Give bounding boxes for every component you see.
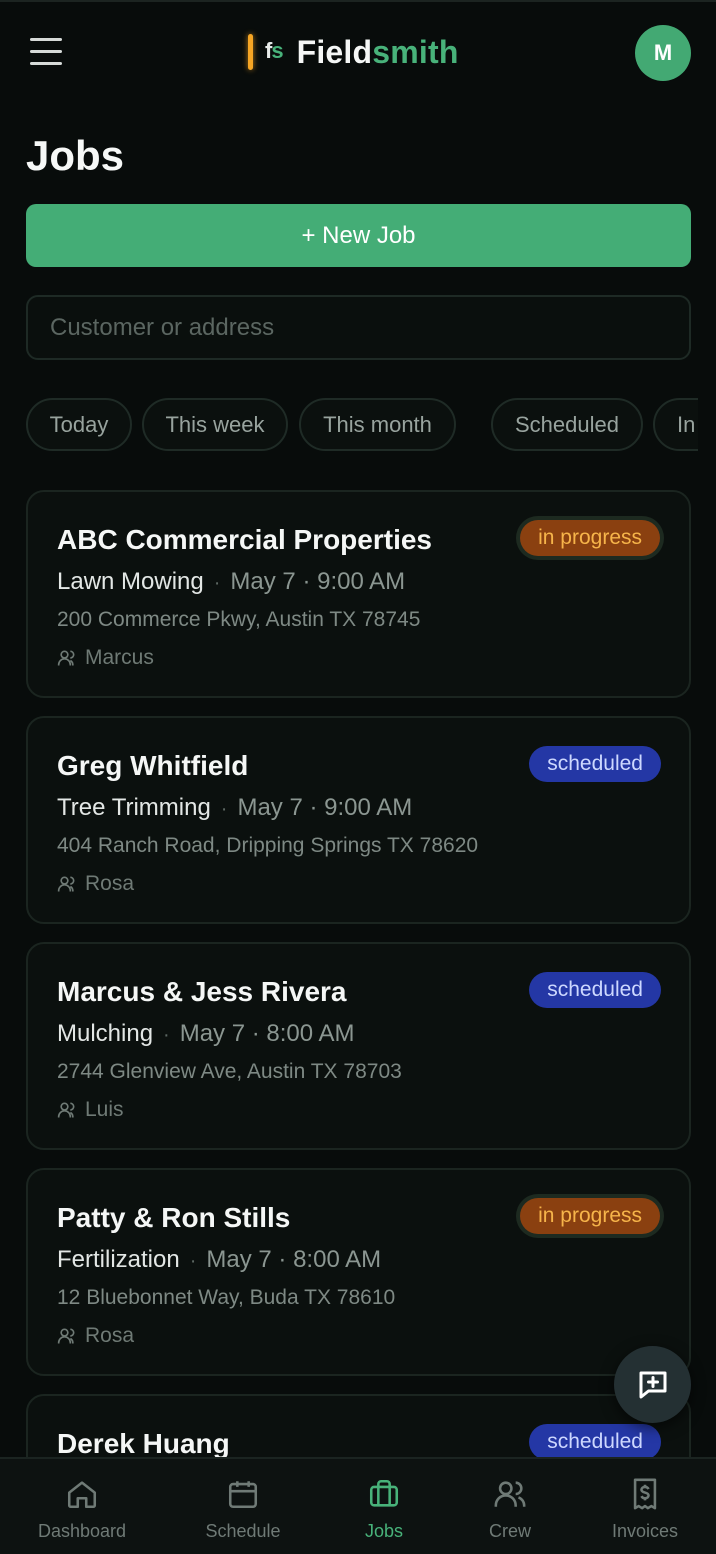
job-service-line: Mulching · May 7 · 8:00 AM [57,1020,355,1047]
job-crew: Rosa [57,1324,134,1348]
job-crew: Rosa [57,872,134,896]
job-card[interactable]: Marcus & Jess Rivera scheduled Mulching ·… [26,942,691,1150]
status-badge: scheduled [529,972,661,1008]
menu-icon[interactable] [28,36,64,68]
job-time: May 7 · 9:00 AM [230,568,406,595]
job-customer: ABC Commercial Properties [57,524,433,555]
job-time: May 7 · 8:00 AM [179,1020,355,1047]
new-job-button[interactable]: + New Job [26,204,691,267]
calendar-icon [228,1481,258,1509]
app-logo: fs Fieldsmith [248,32,459,72]
filter-chip-this-month[interactable]: This month [299,398,456,451]
logo-accent-bar [248,34,253,70]
job-service-line: Lawn Mowing · May 7 · 9:00 AM [57,568,406,595]
job-address: 2744 Glenview Ave, Austin TX 78703 [57,1060,402,1083]
filter-chip-today[interactable]: Today [26,398,132,451]
nav-label: Dashboard [37,1521,127,1541]
status-badge: in progress [520,520,660,556]
status-badge: in progress [520,1198,660,1234]
users-icon [494,1481,526,1507]
page-title: Jobs [26,132,125,179]
users-icon [57,650,75,666]
job-customer: Greg Whitfield [57,750,249,781]
job-crew-name: Rosa [85,1324,135,1347]
users-icon [57,1328,75,1344]
job-crew: Luis [57,1098,124,1122]
nav-jobs[interactable]: Jobs [319,1477,449,1547]
nav-label: Invoices [611,1521,679,1541]
job-service-line: Tree Trimming · May 7 · 9:00 AM [57,794,413,821]
nav-invoices[interactable]: Invoices [580,1477,710,1547]
filter-chip-this-week[interactable]: This week [142,398,288,451]
nav-label: Jobs [364,1521,404,1541]
job-service: Tree Trimming [57,794,211,821]
nav-dashboard[interactable]: Dashboard [17,1477,147,1547]
job-customer: Marcus & Jess Rivera [57,976,347,1007]
status-badge: scheduled [529,746,661,782]
job-time: May 7 · 8:00 AM [206,1246,382,1273]
job-customer: Patty & Ron Stills [57,1202,291,1233]
bottom-nav: Dashboard Schedule Jobs Crew Invoices [0,1457,716,1554]
avatar[interactable]: M [635,25,691,81]
top-bar: fs Fieldsmith M [0,0,716,100]
job-crew: Marcus [57,646,154,670]
nav-label: Schedule [205,1521,281,1541]
status-badge: scheduled [529,1424,661,1460]
job-card[interactable]: Patty & Ron Stills in progress Fertiliza… [26,1168,691,1376]
job-service: Mulching [57,1020,154,1047]
search-input[interactable] [26,295,691,360]
filter-chip-in-progress[interactable]: In [653,398,698,451]
filter-chip-scheduled[interactable]: Scheduled [491,398,643,451]
job-address: 404 Ranch Road, Dripping Springs TX 7862… [57,834,479,857]
nav-schedule[interactable]: Schedule [178,1477,308,1547]
job-service-line: Fertilization · May 7 · 8:00 AM [57,1246,382,1273]
receipt-icon [633,1478,657,1510]
app-name: Fieldsmith [296,33,459,70]
briefcase-icon [369,1479,399,1507]
job-service: Fertilization [57,1246,180,1273]
job-time: May 7 · 9:00 AM [237,794,413,821]
nav-label: Crew [488,1521,531,1541]
job-address: 12 Bluebonnet Way, Buda TX 78610 [57,1286,396,1309]
users-icon [57,1102,75,1118]
nav-crew[interactable]: Crew [445,1477,575,1547]
logo-mark: fs [265,38,284,63]
message-plus-icon [639,1371,666,1398]
job-crew-name: Luis [85,1098,124,1121]
chat-button[interactable] [614,1346,691,1423]
job-crew-name: Rosa [85,872,135,895]
job-address: 200 Commerce Pkwy, Austin TX 78745 [57,608,421,631]
job-crew-name: Marcus [85,646,154,669]
home-icon [67,1481,97,1509]
job-service: Lawn Mowing [57,568,204,595]
job-card[interactable]: Greg Whitfield scheduled Tree Trimming · M… [26,716,691,924]
users-icon [57,876,75,892]
job-customer: Derek Huang [57,1428,230,1459]
filter-chips: Today This week This month Scheduled In [26,398,698,452]
job-card[interactable]: ABC Commercial Properties in progress La… [26,490,691,698]
